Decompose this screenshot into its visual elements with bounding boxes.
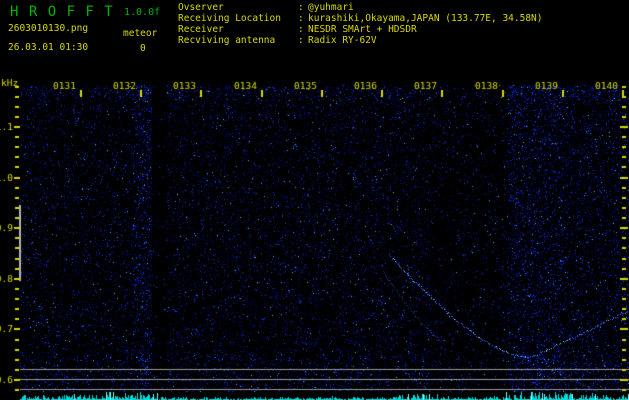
info-label: Ovserver bbox=[178, 2, 224, 13]
observation-datetime: 26.03.01 01:30 bbox=[8, 42, 89, 53]
info-label: Receiving Location bbox=[178, 13, 281, 24]
app-version: 1.0.0f bbox=[124, 7, 161, 18]
info-label: Recviving antenna bbox=[178, 35, 276, 46]
info-value: @yuhmari bbox=[308, 2, 354, 13]
info-row-observer: Ovserver: @yuhmari bbox=[178, 2, 543, 13]
info-value: Radix RY-62V bbox=[308, 35, 377, 46]
info-separator: : bbox=[298, 13, 304, 24]
info-separator: : bbox=[298, 2, 304, 13]
info-value: NESDR SMArt + HDSDR bbox=[308, 24, 417, 35]
hrofft-screen: H R O F F T 1.0.0f 2603010130.png meteor… bbox=[0, 0, 629, 400]
info-row-location: Receiving Location: kurashiki,Okayama,JAP… bbox=[178, 13, 543, 24]
spectrogram-canvas bbox=[0, 0, 629, 400]
app-title: H R O F F T bbox=[10, 4, 114, 20]
meteor-count-value: 0 bbox=[140, 43, 146, 54]
info-separator: : bbox=[298, 24, 304, 35]
output-filename: 2603010130.png bbox=[8, 23, 89, 34]
info-row-receiver: Receiver: NESDR SMArt + HDSDR bbox=[178, 24, 543, 35]
meteor-count-label: meteor bbox=[123, 28, 158, 39]
observer-info: Ovserver: @yuhmari Receiving Location: kur… bbox=[178, 2, 543, 46]
info-row-antenna: Recviving antenna: Radix RY-62V bbox=[178, 35, 543, 46]
info-label: Receiver bbox=[178, 24, 224, 35]
info-value: kurashiki,Okayama,JAPAN (133.77E, 34.58N… bbox=[308, 13, 543, 24]
info-separator: : bbox=[298, 35, 304, 46]
